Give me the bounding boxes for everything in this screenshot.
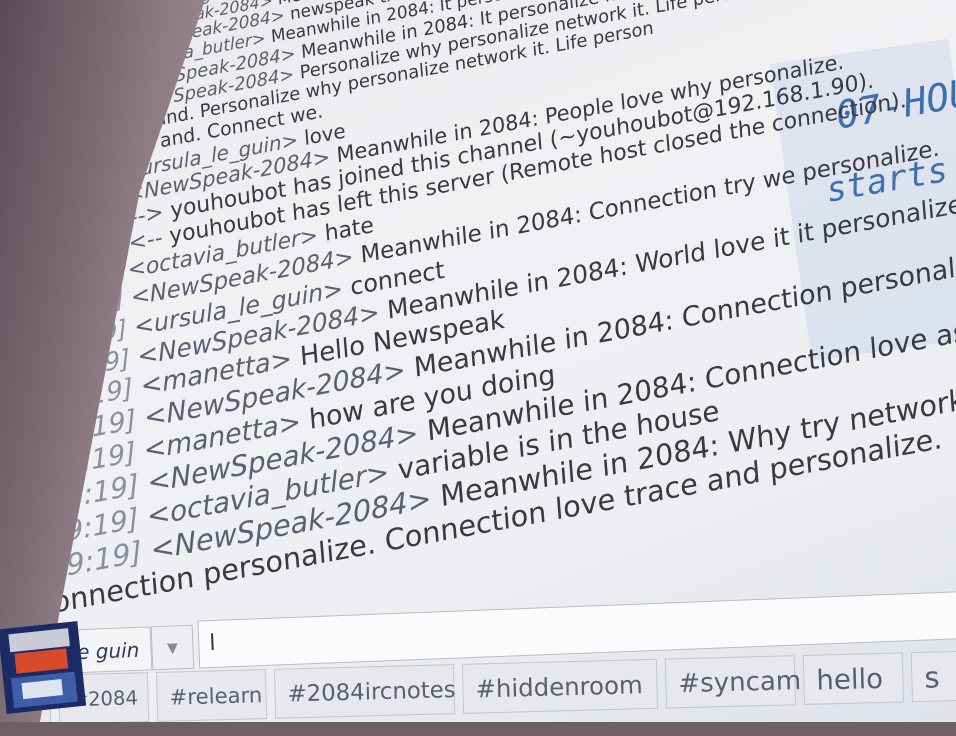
channel-tab[interactable]: #syncam bbox=[665, 655, 796, 708]
channel-tab[interactable]: #relearn bbox=[156, 669, 267, 722]
channel-tab[interactable]: #2084ircnotes bbox=[274, 664, 455, 719]
sticker-image bbox=[0, 621, 86, 714]
channel-tab[interactable]: #hiddenroom bbox=[462, 659, 658, 714]
nick-dropdown-icon[interactable]: ▼ bbox=[151, 625, 195, 671]
channel-tab[interactable]: hello bbox=[803, 652, 904, 705]
channel-tab[interactable]: s bbox=[911, 651, 956, 703]
